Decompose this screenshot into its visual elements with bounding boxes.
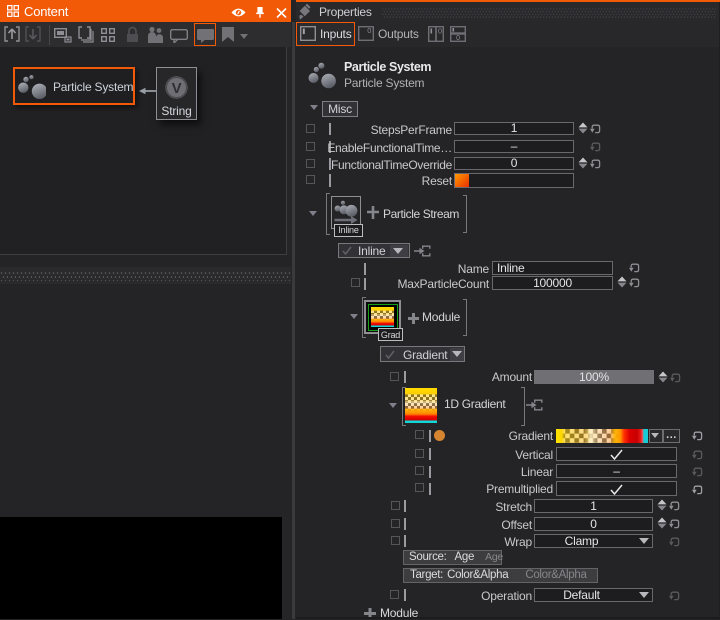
- svg-text:0: 0: [438, 27, 442, 36]
- svg-text:0: 0: [456, 35, 460, 42]
- svg-text:0: 0: [367, 26, 371, 35]
- svg-text:V: V: [172, 80, 182, 97]
